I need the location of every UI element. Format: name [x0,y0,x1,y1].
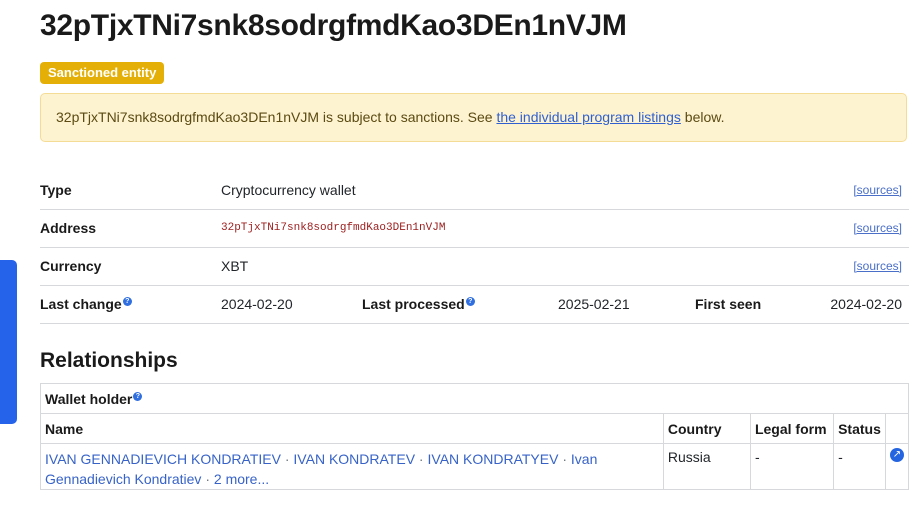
legal-form-cell: - [749,443,835,490]
help-icon[interactable]: ? [122,297,132,306]
table-row: IVAN GENNADIEVICH KONDRATIEV · IVAN KOND… [40,443,910,490]
separator: · [558,451,571,467]
property-address: Address 32pTjxTNi7snk8sodrgfmdKao3DEn1nV… [40,210,909,248]
wallet-holder-table: Wallet holder? Name Country Legal form S… [40,383,910,490]
first-seen-label: First seen [695,296,762,312]
holder-name-link[interactable]: IVAN GENNADIEVICH KONDRATIEV [45,451,281,467]
more-names-link[interactable]: 2 more... [214,471,269,487]
property-currency: Currency XBT [sources] [40,248,909,286]
property-label: Type [40,182,72,198]
properties-list: Type Cryptocurrency wallet [sources] Add… [40,172,909,324]
separator: · [201,471,214,487]
last-processed-label: Last processed? [362,286,475,323]
external-link-icon[interactable]: ↗ [889,448,904,462]
country-cell: Russia [662,443,751,490]
alert-text-suffix: below. [680,109,725,125]
program-listings-link[interactable]: the individual program listings [496,109,680,125]
relationships-title: Relationships [40,349,178,372]
sanctions-alert: 32pTjxTNi7snk8sodrgfmdKao3DEn1nVJM is su… [40,93,907,142]
column-header-legal-form: Legal form [749,413,835,444]
property-label: Address [40,220,97,236]
property-label: Currency [40,258,102,274]
separator: · [415,451,428,467]
column-header-actions [884,413,910,444]
name-cell: IVAN GENNADIEVICH KONDRATIEV · IVAN KOND… [40,443,664,490]
page-title: 32pTjxTNi7snk8sodrgfmdKao3DEn1nVJM [40,9,627,42]
property-dates: Last change? 2024-02-20 Last processed? … [40,286,909,324]
last-processed-value: 2025-02-21 [558,296,630,312]
property-value: Cryptocurrency wallet [221,182,356,198]
table-caption: Wallet holder? [40,383,909,414]
status-cell: - [833,443,886,490]
holder-name-link[interactable]: IVAN KONDRATEV [293,451,415,467]
column-header-name: Name [40,413,664,444]
sources-link[interactable]: [sources] [853,210,902,247]
property-value: 32pTjxTNi7snk8sodrgfmdKao3DEn1nVJM [221,222,446,234]
sources-link[interactable]: [sources] [853,172,902,209]
holder-name-link[interactable]: IVAN KONDRATYEV [428,451,559,467]
column-header-status: Status [833,413,886,444]
column-header-country: Country [662,413,751,444]
action-cell: ↗ [884,443,910,490]
property-type: Type Cryptocurrency wallet [sources] [40,172,909,210]
help-icon[interactable]: ? [133,391,143,401]
last-change-value: 2024-02-20 [221,296,293,312]
help-icon[interactable]: ? [465,297,475,306]
alert-text: 32pTjxTNi7snk8sodrgfmdKao3DEn1nVJM is su… [56,109,497,125]
separator: · [280,451,294,467]
first-seen-value: 2024-02-20 [830,296,902,312]
sanctioned-badge: Sanctioned entity [40,62,165,84]
sources-link[interactable]: [sources] [853,248,902,285]
last-change-label: Last change? [40,286,132,323]
side-panel-tab[interactable] [0,260,17,424]
property-value: XBT [221,258,249,274]
